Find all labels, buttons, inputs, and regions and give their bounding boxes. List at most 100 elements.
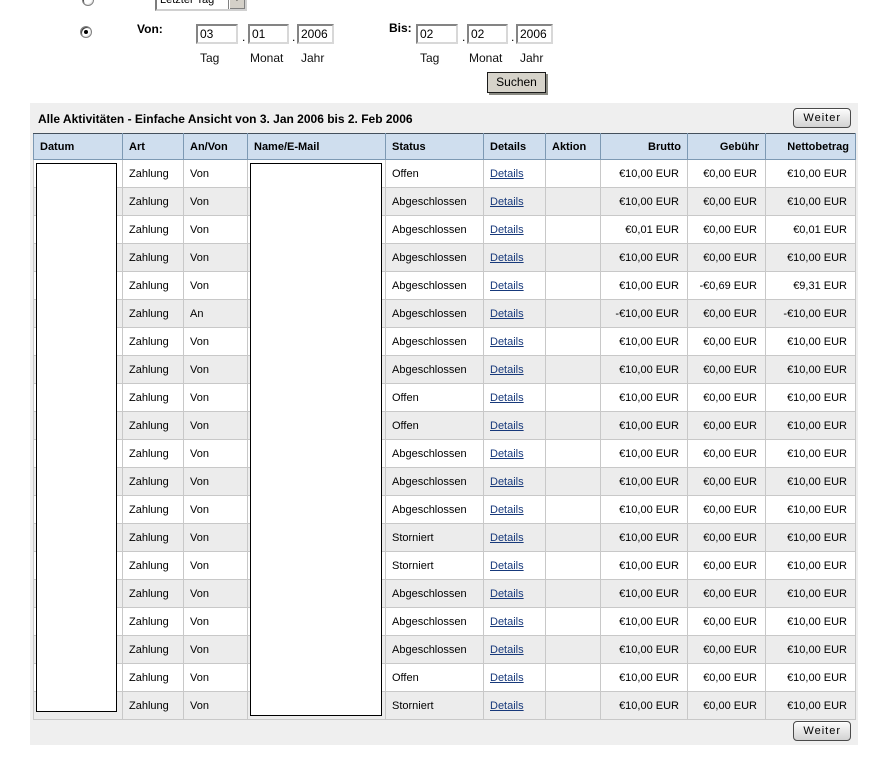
details-link[interactable]: Details [490, 672, 524, 684]
status-cell: Abgeschlossen [386, 636, 484, 664]
period-dropdown[interactable]: Letzter Tag ▼ [155, 0, 247, 11]
von-monat-input[interactable] [248, 24, 289, 44]
art-cell: Zahlung [123, 608, 184, 636]
netto-cell: €10,00 EUR [766, 244, 856, 272]
table-row: Zahlung Von Storniert Details €10,00 EUR… [34, 524, 856, 552]
date-separator: . [242, 30, 245, 44]
details-link[interactable]: Details [490, 700, 524, 712]
details-cell: Details [484, 216, 546, 244]
table-row: Zahlung Von Storniert Details €10,00 EUR… [34, 552, 856, 580]
status-cell: Abgeschlossen [386, 188, 484, 216]
art-cell: Zahlung [123, 524, 184, 552]
details-link[interactable]: Details [490, 476, 524, 488]
gebuehr-cell: €0,00 EUR [688, 496, 766, 524]
aktion-cell [546, 608, 601, 636]
aktion-cell [546, 692, 601, 720]
col-header-details: Details [484, 134, 546, 160]
gebuehr-cell: €0,00 EUR [688, 384, 766, 412]
brutto-cell: €10,00 EUR [601, 188, 688, 216]
von-tag-input[interactable] [196, 24, 238, 44]
gebuehr-cell: €0,00 EUR [688, 244, 766, 272]
weiter-button-bottom[interactable]: Weiter [793, 721, 851, 741]
details-cell: Details [484, 384, 546, 412]
details-link[interactable]: Details [490, 252, 524, 264]
details-link[interactable]: Details [490, 448, 524, 460]
bis-jahr-input[interactable] [516, 24, 553, 44]
status-cell: Abgeschlossen [386, 580, 484, 608]
netto-cell: €10,00 EUR [766, 496, 856, 524]
von-monat-label: Monat [250, 51, 283, 65]
date-separator: . [462, 30, 465, 44]
details-cell: Details [484, 692, 546, 720]
anvon-cell: Von [184, 552, 248, 580]
details-link[interactable]: Details [490, 644, 524, 656]
art-cell: Zahlung [123, 300, 184, 328]
anvon-cell: Von [184, 244, 248, 272]
gebuehr-cell: €0,00 EUR [688, 468, 766, 496]
brutto-cell: €10,00 EUR [601, 328, 688, 356]
details-cell: Details [484, 664, 546, 692]
aktion-cell [546, 664, 601, 692]
chevron-down-icon[interactable]: ▼ [228, 0, 245, 9]
art-cell: Zahlung [123, 188, 184, 216]
name-email-redaction-box [250, 163, 382, 716]
von-label: Von: [137, 22, 163, 36]
netto-cell: €9,31 EUR [766, 272, 856, 300]
table-row: Zahlung Von Abgeschlossen Details €10,00… [34, 244, 856, 272]
details-link[interactable]: Details [490, 364, 524, 376]
netto-cell: €10,00 EUR [766, 692, 856, 720]
brutto-cell: €10,00 EUR [601, 412, 688, 440]
details-cell: Details [484, 636, 546, 664]
table-row: Zahlung Von Offen Details €10,00 EUR €0,… [34, 160, 856, 188]
details-link[interactable]: Details [490, 420, 524, 432]
art-cell: Zahlung [123, 356, 184, 384]
anvon-cell: Von [184, 608, 248, 636]
details-link[interactable]: Details [490, 336, 524, 348]
gebuehr-cell: €0,00 EUR [688, 608, 766, 636]
table-row: Zahlung Von Abgeschlossen Details €10,00… [34, 440, 856, 468]
netto-cell: €10,00 EUR [766, 468, 856, 496]
bis-label: Bis: [389, 21, 412, 35]
details-link[interactable]: Details [490, 392, 524, 404]
details-link[interactable]: Details [490, 588, 524, 600]
anvon-cell: Von [184, 580, 248, 608]
von-jahr-input[interactable] [297, 24, 334, 44]
aktion-cell [546, 300, 601, 328]
details-cell: Details [484, 608, 546, 636]
art-cell: Zahlung [123, 160, 184, 188]
details-cell: Details [484, 412, 546, 440]
netto-cell: €10,00 EUR [766, 664, 856, 692]
period-radio[interactable] [82, 0, 94, 6]
col-header-name-email: Name/E-Mail [248, 134, 386, 160]
bis-tag-input[interactable] [416, 24, 458, 44]
anvon-cell: Von [184, 692, 248, 720]
date-range-radio[interactable] [80, 26, 92, 38]
details-cell: Details [484, 468, 546, 496]
details-link[interactable]: Details [490, 532, 524, 544]
details-link[interactable]: Details [490, 308, 524, 320]
status-cell: Abgeschlossen [386, 496, 484, 524]
gebuehr-cell: -€0,69 EUR [688, 272, 766, 300]
status-cell: Abgeschlossen [386, 328, 484, 356]
art-cell: Zahlung [123, 496, 184, 524]
anvon-cell: Von [184, 496, 248, 524]
details-link[interactable]: Details [490, 616, 524, 628]
details-link[interactable]: Details [490, 560, 524, 572]
bis-jahr-label: Jahr [520, 51, 543, 65]
gebuehr-cell: €0,00 EUR [688, 160, 766, 188]
brutto-cell: €10,00 EUR [601, 440, 688, 468]
details-link[interactable]: Details [490, 504, 524, 516]
col-header-nettobetrag: Nettobetrag [766, 134, 856, 160]
bis-monat-input[interactable] [467, 24, 508, 44]
details-link[interactable]: Details [490, 224, 524, 236]
netto-cell: €10,00 EUR [766, 412, 856, 440]
suchen-button[interactable]: Suchen [487, 72, 546, 93]
details-link[interactable]: Details [490, 196, 524, 208]
results-title: Alle Aktivitäten - Einfache Ansicht von … [38, 112, 413, 126]
details-link[interactable]: Details [490, 168, 524, 180]
details-link[interactable]: Details [490, 280, 524, 292]
art-cell: Zahlung [123, 636, 184, 664]
weiter-button-top[interactable]: Weiter [793, 108, 851, 128]
table-row: Zahlung Von Abgeschlossen Details €10,00… [34, 580, 856, 608]
von-tag-label: Tag [200, 51, 219, 65]
